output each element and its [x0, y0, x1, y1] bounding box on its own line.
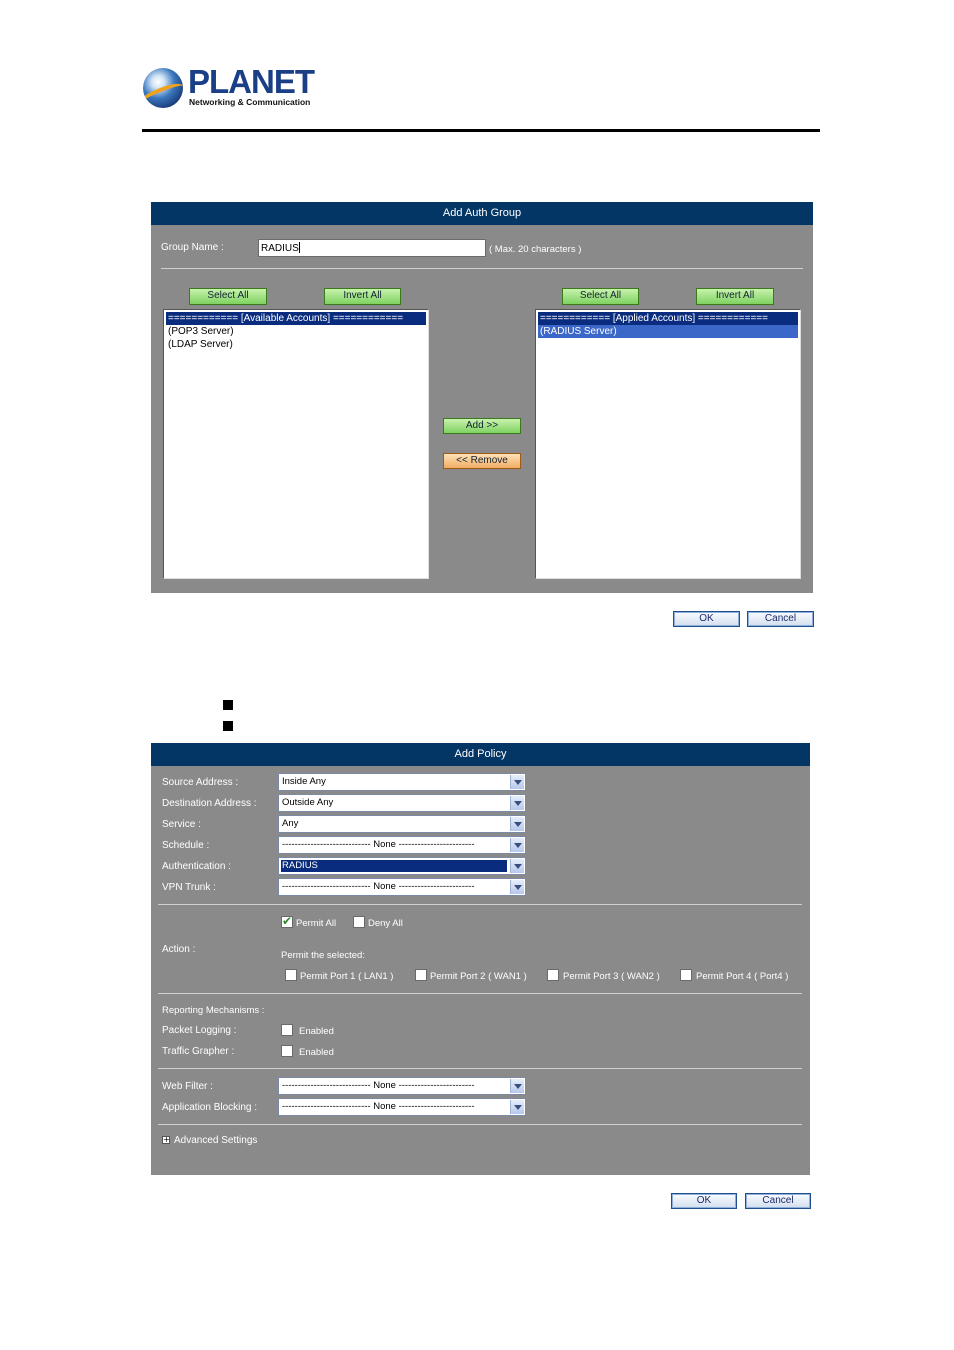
policy-cancel-button[interactable]: Cancel: [745, 1193, 811, 1209]
applied-select-all-button[interactable]: Select All: [562, 288, 639, 305]
available-invert-all-button[interactable]: Invert All: [324, 288, 401, 305]
authentication-select[interactable]: RADIUS: [278, 857, 526, 875]
group-name-value: RADIUS: [261, 243, 299, 254]
max-characters-hint: ( Max. 20 characters ): [489, 244, 582, 255]
vpn-trunk-value: ---------------------------- None ------…: [282, 881, 475, 892]
policy-divider: [158, 904, 802, 905]
checkbox-check-icon: ✔: [282, 914, 293, 928]
permit-all-label: Permit All: [296, 918, 337, 929]
deny-all-checkbox[interactable]: [353, 916, 365, 928]
packet-logging-checkbox[interactable]: [281, 1024, 293, 1036]
vpn-trunk-label: VPN Trunk :: [162, 882, 216, 893]
policy-divider: [158, 1124, 802, 1125]
permit-port2-label: Permit Port 2 ( WAN1 ): [430, 971, 527, 982]
auth-group-divider: [161, 268, 803, 269]
list-item[interactable]: (LDAP Server): [166, 338, 426, 351]
permit-all-checkbox[interactable]: ✔: [281, 914, 293, 928]
applied-accounts-list[interactable]: ============ [Applied Accounts] ========…: [535, 309, 801, 579]
remove-button[interactable]: << Remove: [443, 453, 521, 469]
vpn-trunk-select[interactable]: ---------------------------- None ------…: [278, 878, 526, 896]
authentication-label: Authentication :: [162, 861, 231, 872]
permit-port1-label: Permit Port 1 ( LAN1 ): [300, 971, 394, 982]
applied-accounts-header[interactable]: ============ [Applied Accounts] ========…: [538, 312, 798, 325]
web-filter-select[interactable]: ---------------------------- None ------…: [278, 1077, 526, 1095]
reporting-mechanisms-label: Reporting Mechanisms :: [162, 1005, 265, 1016]
dropdown-arrow-icon[interactable]: [510, 817, 524, 831]
dropdown-arrow-icon[interactable]: [510, 1100, 524, 1114]
permit-port1-checkbox[interactable]: [285, 969, 297, 981]
bullet-icon: [223, 700, 233, 710]
planet-logo: PLANET Networking & Communication: [143, 63, 315, 110]
traffic-grapher-enabled-label: Enabled: [299, 1047, 334, 1058]
text-caret: [298, 242, 300, 253]
dropdown-arrow-icon[interactable]: [510, 1079, 524, 1093]
dropdown-arrow-icon[interactable]: [510, 796, 524, 810]
traffic-grapher-label: Traffic Grapher :: [162, 1046, 235, 1057]
permit-port4-checkbox[interactable]: [680, 969, 692, 981]
policy-divider: [158, 1068, 802, 1069]
group-name-input[interactable]: RADIUS: [258, 239, 486, 257]
dropdown-arrow-icon[interactable]: [510, 838, 524, 852]
advanced-settings-link[interactable]: Advanced Settings: [174, 1135, 257, 1146]
permit-port3-label: Permit Port 3 ( WAN2 ): [563, 971, 660, 982]
source-address-select[interactable]: Inside Any: [278, 773, 526, 791]
logo-tagline: Networking & Communication: [189, 97, 311, 107]
group-name-label: Group Name :: [161, 242, 224, 253]
source-address-value: Inside Any: [282, 776, 326, 787]
schedule-label: Schedule :: [162, 840, 210, 851]
bullet-icon: [223, 721, 233, 731]
application-blocking-label: Application Blocking :: [162, 1102, 258, 1113]
logo-name: PLANET: [188, 63, 315, 100]
policy-ok-button[interactable]: OK: [671, 1193, 737, 1209]
list-item[interactable]: (RADIUS Server): [538, 325, 798, 338]
service-label: Service :: [162, 819, 201, 830]
traffic-grapher-checkbox[interactable]: [281, 1045, 293, 1057]
schedule-value: ---------------------------- None ------…: [282, 839, 475, 850]
available-select-all-button[interactable]: Select All: [189, 288, 267, 305]
destination-address-select[interactable]: Outside Any: [278, 794, 526, 812]
expand-plus-icon[interactable]: +: [162, 1136, 170, 1144]
dropdown-arrow-icon[interactable]: [510, 859, 524, 873]
packet-logging-enabled-label: Enabled: [299, 1026, 334, 1037]
service-select[interactable]: Any: [278, 815, 526, 833]
permit-port3-checkbox[interactable]: [547, 969, 559, 981]
auth-group-cancel-button[interactable]: Cancel: [747, 611, 814, 627]
web-filter-value: ---------------------------- None ------…: [282, 1080, 475, 1091]
header-rule: [142, 129, 820, 132]
source-address-label: Source Address :: [162, 777, 239, 788]
permit-selected-label: Permit the selected:: [281, 950, 365, 961]
destination-address-value: Outside Any: [282, 797, 334, 808]
dropdown-arrow-icon[interactable]: [510, 880, 524, 894]
list-item[interactable]: (POP3 Server): [166, 325, 426, 338]
permit-port2-checkbox[interactable]: [415, 969, 427, 981]
service-value: Any: [282, 818, 299, 829]
auth-group-title: Add Auth Group: [151, 202, 813, 225]
policy-divider: [158, 993, 802, 994]
dropdown-arrow-icon[interactable]: [510, 775, 524, 789]
planet-globe-icon: [143, 68, 183, 108]
permit-port4-label: Permit Port 4 ( Port4 ): [696, 971, 789, 982]
available-accounts-header[interactable]: ============ [Available Accounts] ======…: [166, 312, 426, 325]
schedule-select[interactable]: ---------------------------- None ------…: [278, 836, 526, 854]
add-button[interactable]: Add >>: [443, 418, 521, 434]
application-blocking-select[interactable]: ---------------------------- None ------…: [278, 1098, 526, 1116]
destination-address-label: Destination Address :: [162, 798, 257, 809]
auth-group-ok-button[interactable]: OK: [673, 611, 740, 627]
deny-all-label: Deny All: [368, 918, 403, 929]
applied-invert-all-button[interactable]: Invert All: [696, 288, 774, 305]
web-filter-label: Web Filter :: [162, 1081, 213, 1092]
action-label: Action :: [162, 944, 196, 955]
packet-logging-label: Packet Logging :: [162, 1025, 237, 1036]
policy-title: Add Policy: [151, 743, 810, 766]
application-blocking-value: ---------------------------- None ------…: [282, 1101, 475, 1112]
available-accounts-list[interactable]: ============ [Available Accounts] ======…: [163, 309, 429, 579]
authentication-value: RADIUS: [281, 860, 507, 872]
